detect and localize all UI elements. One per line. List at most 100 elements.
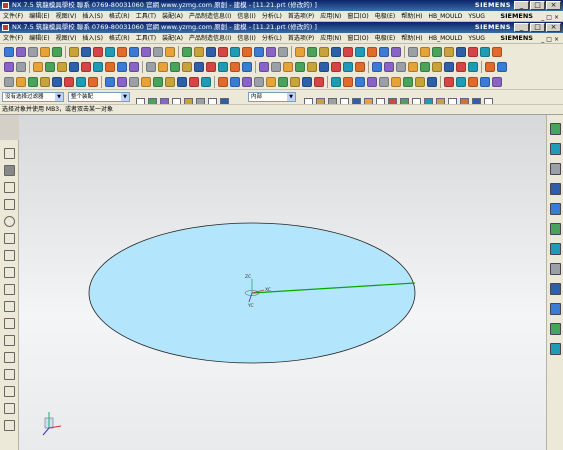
menu-view[interactable]: 视图(V) [53,11,80,21]
roles-icon[interactable] [550,283,561,295]
studio-spline-icon[interactable] [4,284,15,295]
toolbar-tool-icon[interactable] [218,62,228,72]
toolbar-tool-icon[interactable] [206,47,216,57]
toolbar-tool-icon[interactable] [355,47,365,57]
toolbar-tool-icon[interactable] [105,47,115,57]
toolbar-tool-icon[interactable] [456,47,466,57]
toolbar-tool-icon[interactable] [165,47,175,57]
part-navigator-icon[interactable] [550,123,561,135]
toolbar-tool-icon[interactable] [391,77,401,87]
extend-icon[interactable] [4,352,15,363]
polygon-icon[interactable] [4,267,15,278]
point-icon[interactable] [4,301,15,312]
toolbar-tool-icon[interactable] [266,77,276,87]
menu-help[interactable]: 帮助(H) [398,11,425,21]
palette-icon[interactable] [550,343,561,355]
profile-icon[interactable] [4,165,15,176]
constraint-navigator-icon[interactable] [550,163,561,175]
system-materials-icon[interactable] [550,243,561,255]
toolbar-tool-icon[interactable] [456,77,466,87]
menu-pmi-2[interactable]: 产品制造信息(I) [186,33,234,43]
menu-format[interactable]: 格式(R) [106,11,133,21]
toolbar-tool-icon[interactable] [331,77,341,87]
menu-ysug-2[interactable]: YSUG [465,33,488,43]
menu-view-2[interactable]: 视图(V) [53,33,80,43]
toolbar-tool-icon[interactable] [69,62,79,72]
snap-point-icon[interactable] [304,98,313,104]
toolbar-tool-icon[interactable] [57,62,67,72]
toolbar-tool-icon[interactable] [28,77,38,87]
toolbar-tool-icon[interactable] [295,62,305,72]
menu-format-2[interactable]: 格式(R) [106,33,133,43]
toolbar-tool-icon[interactable] [468,62,478,72]
toolbar-tool-icon[interactable] [415,77,425,87]
toolbar-tool-icon[interactable] [81,47,91,57]
menu-hb-mould[interactable]: HB_MOULD [425,11,465,21]
toolbar-tool-icon[interactable] [314,77,324,87]
toolbar-tool-icon[interactable] [170,62,180,72]
toolbar-tool-icon[interactable] [480,47,490,57]
menu-information[interactable]: 信息(I) [234,11,258,21]
snap-point-icon[interactable] [208,98,217,104]
toolbar-tool-icon[interactable] [117,62,127,72]
process-studio-icon[interactable] [550,263,561,275]
toolbar-tool-icon[interactable] [302,77,312,87]
toolbar-tool-icon[interactable] [259,62,269,72]
toolbar-tool-icon[interactable] [444,62,454,72]
toolbar-tool-icon[interactable] [153,77,163,87]
menu-application[interactable]: 应用(N) [317,11,344,21]
toolbar-tool-icon[interactable] [16,47,26,57]
toolbar-tool-icon[interactable] [319,62,329,72]
toolbar-tool-icon[interactable] [355,62,365,72]
doc-close-button[interactable]: × [546,23,561,32]
toolbar-tool-icon[interactable] [218,47,228,57]
toolbar-tool-icon[interactable] [16,62,26,72]
toolbar-tool-icon[interactable] [408,47,418,57]
toolbar-tool-icon[interactable] [372,62,382,72]
toolbar-tool-icon[interactable] [492,77,502,87]
snap-point-icon[interactable] [148,98,157,104]
fillet-icon[interactable] [4,233,15,244]
toolbar-tool-icon[interactable] [283,62,293,72]
toolbar-tool-icon[interactable] [295,47,305,57]
toolbar-tool-icon[interactable] [379,77,389,87]
toolbar-tool-icon[interactable] [492,47,502,57]
menu-insert[interactable]: 插入(S) [79,11,106,21]
toolbar-tool-icon[interactable] [129,62,139,72]
snap-scope-dropdown[interactable]: 内部 ▼ [248,92,296,102]
toolbar-tool-icon[interactable] [40,77,50,87]
toolbar-tool-icon[interactable] [408,62,418,72]
graphics-window[interactable]: ZC XC YC [19,115,546,450]
toolbar-tool-icon[interactable] [230,62,240,72]
toolbar-tool-icon[interactable] [93,62,103,72]
toolbar-tool-icon[interactable] [278,77,288,87]
toolbar-tool-icon[interactable] [69,47,79,57]
snap-point-icon[interactable] [364,98,373,104]
minimize-button[interactable]: _ [514,1,529,10]
toolbar-tool-icon[interactable] [355,77,365,87]
toolbar-tool-icon[interactable] [93,47,103,57]
menu-window-2[interactable]: 窗口(O) [344,33,371,43]
toolbar-tool-icon[interactable] [331,47,341,57]
reuse-library-icon[interactable] [550,183,561,195]
toolbar-tool-icon[interactable] [290,77,300,87]
snap-point-icon[interactable] [316,98,325,104]
toolbar-tool-icon[interactable] [16,77,26,87]
toolbar-tool-icon[interactable] [331,62,341,72]
toolbar-tool-icon[interactable] [230,47,240,57]
arc-icon[interactable] [4,199,15,210]
toolbar-tool-icon[interactable] [307,47,317,57]
circle-icon[interactable] [4,216,15,227]
toolbar-tool-icon[interactable] [194,62,204,72]
snap-point-icon[interactable] [196,98,205,104]
menu-preferences-2[interactable]: 首选项(P) [285,33,317,43]
toolbar-tool-icon[interactable] [254,77,264,87]
doc-restore-button[interactable]: □ [530,23,545,32]
menu-help-2[interactable]: 帮助(H) [398,33,425,43]
toolbar-tool-icon[interactable] [52,77,62,87]
snap-point-icon[interactable] [340,98,349,104]
snap-point-icon[interactable] [412,98,421,104]
toolbar-tool-icon[interactable] [278,47,288,57]
toolbar-tool-icon[interactable] [64,77,74,87]
toolbar-tool-icon[interactable] [254,47,264,57]
